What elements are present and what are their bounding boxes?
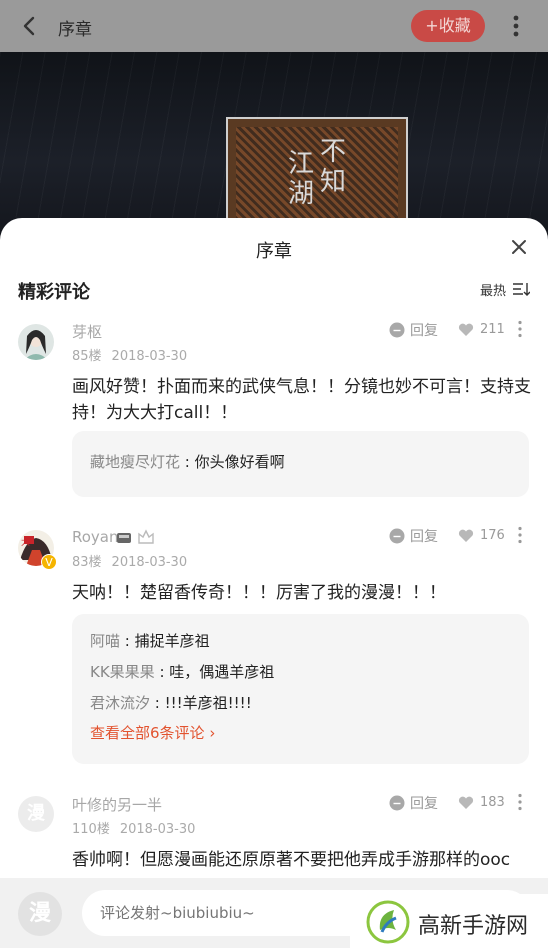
heart-icon[interactable] [458, 529, 474, 543]
section-title: 精彩评论 [18, 282, 90, 303]
comment-sheet: 序章 精彩评论 最热 芽枢 85楼 2018-03-30 回复 211 画风好赞！… [0, 218, 548, 948]
comment-more-icon[interactable] [517, 526, 523, 544]
sort-selector[interactable]: 最热 [480, 280, 506, 299]
username[interactable]: Royan [72, 528, 119, 546]
default-avatar-glyph: 漫 [27, 803, 45, 824]
cover-title-col1: 江湖 [288, 149, 315, 209]
reply-icon[interactable] [389, 322, 405, 338]
username[interactable]: 叶修的另一半 [72, 794, 162, 815]
comment-more-icon[interactable] [517, 320, 523, 338]
username[interactable]: 芽枢 [72, 321, 102, 342]
reply-text: 你头像好看啊 [194, 453, 285, 471]
reply-button[interactable]: 回复 [410, 320, 438, 340]
heart-icon[interactable] [458, 323, 474, 337]
like-count: 211 [480, 322, 505, 337]
site-logo-icon [366, 900, 410, 944]
svg-text:大: 大 [21, 536, 30, 548]
reply-line[interactable]: 阿喵 : 捕捉羊彦祖 [90, 630, 210, 651]
user-avatar[interactable] [18, 324, 54, 360]
site-watermark: 高新手游网 [350, 894, 548, 948]
reply-user: 藏地瘦尽灯花 [90, 453, 181, 471]
reply-text: !!!羊彦祖!!!! [164, 694, 252, 712]
reply-line[interactable]: 君沐流汐 : !!!羊彦祖!!!! [90, 692, 252, 713]
comment-text: 画风好赞！扑面而来的武侠气息！！分镜也妙不可言！支持支持！为大大打call！！ [72, 377, 531, 423]
like-count: 183 [480, 795, 505, 810]
like-count: 176 [480, 528, 505, 543]
reply-box: 藏地瘦尽灯花 : 你头像好看啊 [72, 431, 529, 497]
crown-icon [138, 529, 154, 544]
sheet-title: 序章 [256, 241, 292, 262]
reply-line[interactable]: KK果果果 : 哇，偶遇羊彦祖 [90, 661, 274, 682]
comment-date: 2018-03-30 [119, 822, 196, 837]
comment-meta: 110楼 2018-03-30 [72, 818, 195, 837]
reply-text: 捕捉羊彦祖 [134, 632, 210, 650]
reply-button[interactable]: 回复 [410, 793, 438, 813]
chevron-right-icon: › [209, 724, 216, 742]
level-badge-icon [117, 533, 131, 543]
comment-more-icon[interactable] [517, 793, 523, 811]
favorite-button[interactable]: +收藏 [411, 10, 485, 42]
comment-text: 天呐！！楚留香传奇！！！厉害了我的漫漫！！！ [72, 583, 446, 603]
reply-user: 阿喵 [90, 632, 121, 650]
reply-button[interactable]: 回复 [410, 526, 438, 546]
my-avatar[interactable]: 漫 [18, 892, 62, 936]
reply-icon[interactable] [389, 795, 405, 811]
back-arrow-icon[interactable] [18, 14, 42, 38]
view-all-replies-link[interactable]: 查看全部6条评论 › [90, 722, 215, 743]
comment-date: 2018-03-30 [111, 349, 188, 364]
user-avatar[interactable]: 漫 [18, 796, 54, 832]
reply-icon[interactable] [389, 528, 405, 544]
floor-number: 110楼 [72, 822, 110, 837]
close-icon[interactable] [510, 238, 528, 256]
top-app-bar: 序章 +收藏 [0, 0, 548, 52]
comment-text: 香帅啊！但愿漫画能还原原著不要把他弄成手游那样的ooc [72, 850, 511, 870]
comment-meta: 83楼 2018-03-30 [72, 551, 187, 570]
reply-line[interactable]: 藏地瘦尽灯花 : 你头像好看啊 [90, 451, 285, 472]
comment-date: 2018-03-30 [111, 555, 188, 570]
more-options-icon[interactable] [508, 13, 524, 39]
watermark-text: 高新手游网 [418, 914, 529, 939]
floor-number: 83楼 [72, 555, 102, 570]
page-title: 序章 [58, 20, 92, 40]
floor-number: 85楼 [72, 349, 102, 364]
verified-badge: V [41, 554, 57, 570]
reply-user: KK果果果 [90, 663, 155, 681]
heart-icon[interactable] [458, 796, 474, 810]
cover-title-col2: 不知 [320, 137, 347, 197]
reply-box: 阿喵 : 捕捉羊彦祖 KK果果果 : 哇，偶遇羊彦祖 君沐流汐 : !!!羊彦祖… [72, 614, 529, 764]
reply-text: 哇，偶遇羊彦祖 [169, 663, 275, 681]
reply-user: 君沐流汐 [90, 694, 151, 712]
sort-icon[interactable] [512, 282, 530, 296]
comment-meta: 85楼 2018-03-30 [72, 345, 187, 364]
